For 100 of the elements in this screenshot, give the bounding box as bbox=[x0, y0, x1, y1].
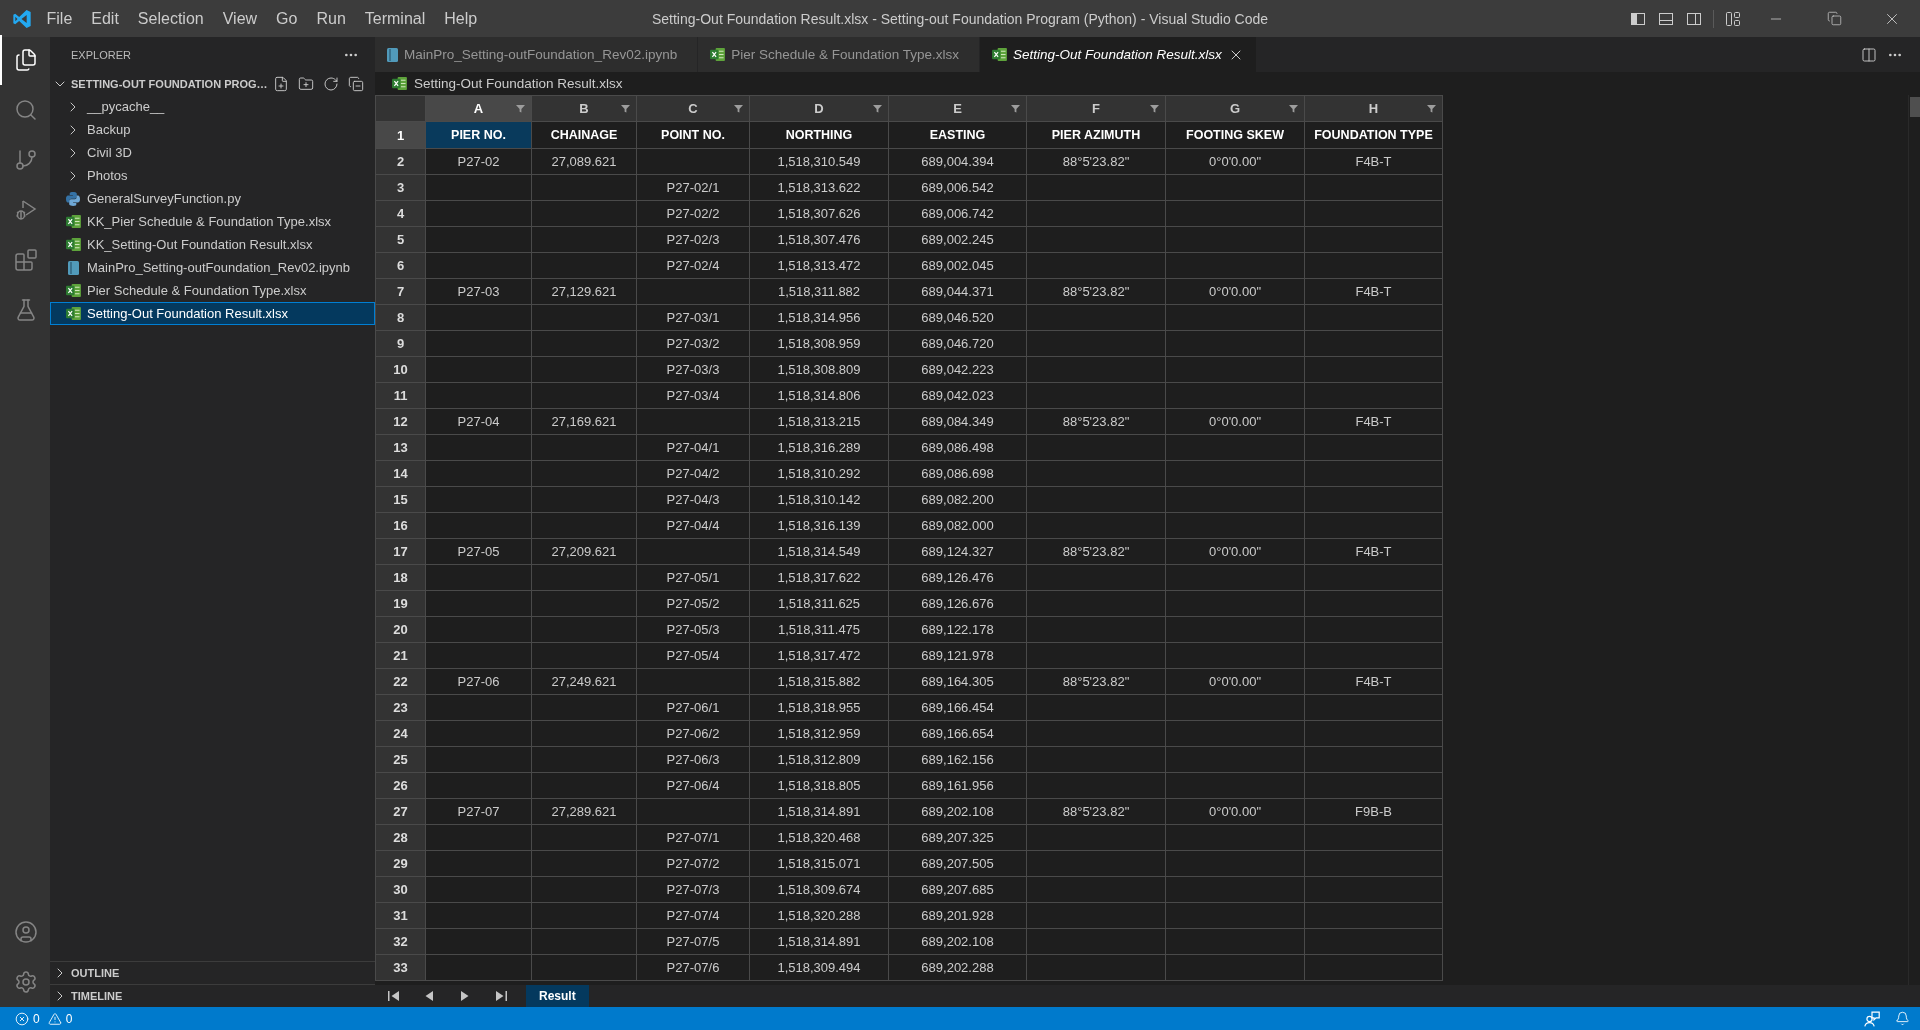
row-header[interactable]: 18 bbox=[375, 564, 426, 591]
filter-icon[interactable] bbox=[1150, 104, 1159, 113]
menu-item[interactable]: Selection bbox=[128, 0, 214, 37]
tree-item[interactable]: __pycache__ bbox=[50, 95, 375, 118]
row-header[interactable]: 7 bbox=[375, 278, 426, 305]
right-sidebar-layout-icon[interactable] bbox=[1686, 10, 1702, 27]
row-header[interactable]: 3 bbox=[375, 174, 426, 201]
split-editor-icon[interactable] bbox=[1861, 46, 1877, 63]
menu-item[interactable]: Terminal bbox=[355, 0, 435, 37]
row-header[interactable]: 2 bbox=[375, 148, 426, 175]
breadcrumb-item[interactable]: Setting-Out Foundation Result.xlsx bbox=[414, 76, 623, 91]
column-header[interactable]: E bbox=[888, 95, 1027, 122]
row-header[interactable]: 16 bbox=[375, 512, 426, 539]
caret-left-icon[interactable] bbox=[425, 990, 433, 1002]
error-count[interactable]: 0 bbox=[33, 1011, 40, 1026]
menu-item[interactable]: Edit bbox=[81, 0, 129, 37]
filter-icon[interactable] bbox=[734, 104, 743, 113]
row-header[interactable]: 31 bbox=[375, 902, 426, 929]
filter-icon[interactable] bbox=[516, 104, 525, 113]
row-header[interactable]: 9 bbox=[375, 330, 426, 357]
tree-item[interactable]: MainPro_Setting-outFoundation_Rev02.ipynb bbox=[50, 256, 375, 279]
row-header[interactable]: 11 bbox=[375, 382, 426, 409]
refresh-icon[interactable] bbox=[322, 75, 339, 92]
row-header[interactable]: 14 bbox=[375, 460, 426, 487]
row-header[interactable]: 32 bbox=[375, 928, 426, 955]
branch-icon[interactable] bbox=[14, 148, 38, 172]
folder-header[interactable]: SETTING-OUT FOUNDATION PROG… bbox=[50, 72, 268, 95]
row-header[interactable]: 28 bbox=[375, 824, 426, 851]
bell-icon[interactable] bbox=[1895, 1011, 1910, 1026]
layout-grid-icon[interactable] bbox=[1725, 10, 1741, 27]
row-header[interactable]: 27 bbox=[375, 798, 426, 825]
editor-tab[interactable]: Setting-Out Foundation Result.xlsx bbox=[980, 37, 1257, 72]
new-file-icon[interactable] bbox=[272, 75, 289, 92]
files-icon[interactable] bbox=[14, 48, 38, 72]
row-header[interactable]: 5 bbox=[375, 226, 426, 253]
tree-item[interactable]: KK_Pier Schedule & Foundation Type.xlsx bbox=[50, 210, 375, 233]
menu-item[interactable]: Go bbox=[266, 0, 307, 37]
collapse-all-icon[interactable] bbox=[347, 75, 364, 92]
tree-item[interactable]: Setting-Out Foundation Result.xlsx bbox=[50, 302, 375, 325]
column-header[interactable]: H bbox=[1304, 95, 1443, 122]
row-header[interactable]: 22 bbox=[375, 668, 426, 695]
row-header[interactable]: 24 bbox=[375, 720, 426, 747]
row-header[interactable]: 20 bbox=[375, 616, 426, 643]
column-header[interactable]: B bbox=[531, 95, 637, 122]
editor-tab[interactable]: MainPro_Setting-outFoundation_Rev02.ipynb bbox=[375, 37, 699, 72]
tree-item[interactable]: Pier Schedule & Foundation Type.xlsx bbox=[50, 279, 375, 302]
new-folder-icon[interactable] bbox=[297, 75, 314, 92]
error-icon[interactable] bbox=[15, 1011, 29, 1026]
account-icon[interactable] bbox=[14, 920, 38, 944]
row-header[interactable]: 1 bbox=[375, 121, 426, 149]
filter-icon[interactable] bbox=[1289, 104, 1298, 113]
scrollbar-thumb[interactable] bbox=[1909, 97, 1920, 117]
settings-icon[interactable] bbox=[14, 970, 38, 994]
restore-icon[interactable] bbox=[1826, 11, 1842, 26]
column-header[interactable]: A bbox=[425, 95, 532, 122]
row-header[interactable]: 30 bbox=[375, 876, 426, 903]
tree-item[interactable]: Civil 3D bbox=[50, 141, 375, 164]
tree-item[interactable]: Backup bbox=[50, 118, 375, 141]
panel-layout-icon[interactable] bbox=[1658, 10, 1674, 27]
menu-item[interactable]: Help bbox=[434, 0, 487, 37]
warning-icon[interactable] bbox=[47, 1011, 62, 1026]
blocks-icon[interactable] bbox=[14, 248, 38, 272]
row-header[interactable]: 26 bbox=[375, 772, 426, 799]
menu-item[interactable]: View bbox=[213, 0, 267, 37]
row-header[interactable]: 21 bbox=[375, 642, 426, 669]
tree-item[interactable]: KK_Setting-Out Foundation Result.xlsx bbox=[50, 233, 375, 256]
row-header[interactable]: 15 bbox=[375, 486, 426, 513]
row-header[interactable]: 33 bbox=[375, 954, 426, 981]
row-header[interactable]: 10 bbox=[375, 356, 426, 383]
row-header[interactable]: 13 bbox=[375, 434, 426, 461]
filter-icon[interactable] bbox=[1011, 104, 1020, 113]
filter-icon[interactable] bbox=[873, 104, 882, 113]
editor-tab[interactable]: Pier Schedule & Foundation Type.xlsx bbox=[698, 37, 981, 72]
column-header[interactable]: F bbox=[1026, 95, 1166, 122]
search-icon[interactable] bbox=[14, 98, 38, 122]
row-header[interactable]: 6 bbox=[375, 252, 426, 279]
sheet-tab[interactable]: Result bbox=[526, 985, 589, 1007]
row-header[interactable]: 12 bbox=[375, 408, 426, 435]
menu-item[interactable]: File bbox=[37, 0, 82, 37]
row-header[interactable]: 4 bbox=[375, 200, 426, 227]
row-header[interactable]: 19 bbox=[375, 590, 426, 617]
section-header[interactable]: OUTLINE bbox=[50, 961, 375, 984]
menu-item[interactable]: Run bbox=[306, 0, 356, 37]
row-header[interactable]: 23 bbox=[375, 694, 426, 721]
tree-item[interactable]: Photos bbox=[50, 164, 375, 187]
skip-start-icon[interactable] bbox=[387, 990, 399, 1002]
row-header[interactable]: 8 bbox=[375, 304, 426, 331]
flask-icon[interactable] bbox=[14, 298, 38, 322]
tree-item[interactable]: GeneralSurveyFunction.py bbox=[50, 187, 375, 210]
filter-icon[interactable] bbox=[1427, 104, 1436, 113]
column-header[interactable]: C bbox=[636, 95, 750, 122]
person-chat-icon[interactable] bbox=[1864, 1010, 1880, 1027]
sidebar-layout-icon[interactable] bbox=[1630, 10, 1646, 27]
skip-end-icon[interactable] bbox=[495, 990, 507, 1002]
row-header[interactable]: 25 bbox=[375, 746, 426, 773]
column-header[interactable]: D bbox=[749, 95, 889, 122]
filter-icon[interactable] bbox=[621, 104, 630, 113]
warning-count[interactable]: 0 bbox=[65, 1011, 73, 1026]
column-header[interactable]: G bbox=[1165, 95, 1305, 122]
row-header[interactable]: 17 bbox=[375, 538, 426, 565]
